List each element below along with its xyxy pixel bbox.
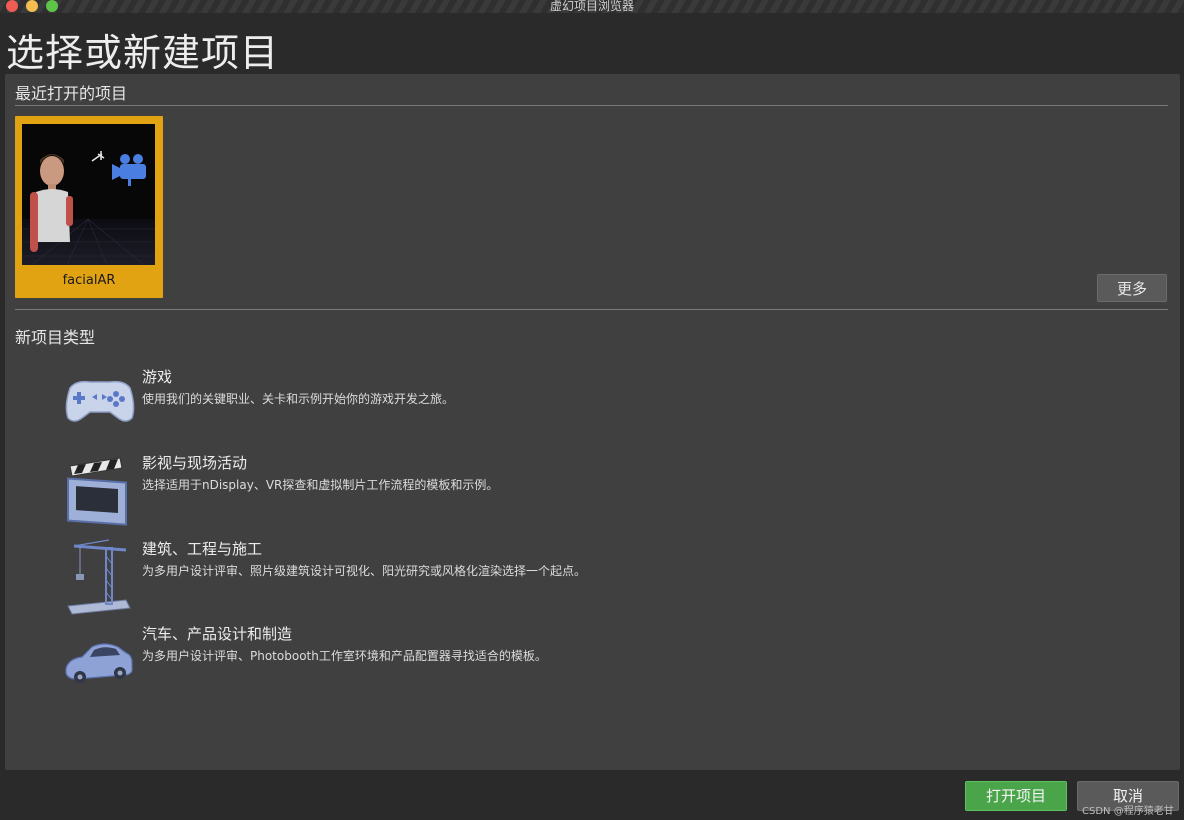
clapperboard-icon bbox=[60, 452, 140, 532]
project-browser-panel: 最近打开的项目 facialAR 更多 新项目类型 游戏 使用我们的关键职业、关… bbox=[5, 74, 1180, 770]
category-games[interactable]: 游戏 使用我们的关键职业、关卡和示例开始你的游戏开发之旅。 bbox=[60, 366, 1160, 446]
category-description: 为多用户设计评审、Photobooth工作室环境和产品配置器寻找适合的模板。 bbox=[142, 649, 547, 663]
category-title: 建筑、工程与施工 bbox=[142, 540, 263, 558]
category-title: 影视与现场活动 bbox=[142, 454, 248, 472]
recent-projects-heading: 最近打开的项目 bbox=[15, 84, 128, 103]
category-title: 游戏 bbox=[142, 368, 173, 386]
category-film-live-events[interactable]: 影视与现场活动 选择适用于nDisplay、VR探查和虚拟制片工作流程的模板和示… bbox=[60, 452, 1160, 532]
character-with-camera-thumbnail bbox=[22, 124, 155, 265]
page-title: 选择或新建项目 bbox=[6, 31, 280, 75]
category-description: 为多用户设计评审、照片级建筑设计可视化、阳光研究或风格化渲染选择一个起点。 bbox=[142, 564, 587, 578]
new-project-types-heading: 新项目类型 bbox=[15, 328, 96, 347]
watermark: CSDN @程序猿老甘 bbox=[1082, 806, 1174, 817]
divider bbox=[15, 309, 1168, 310]
crane-icon bbox=[60, 538, 140, 618]
recent-project-tile[interactable]: facialAR bbox=[15, 116, 163, 298]
more-button[interactable]: 更多 bbox=[1097, 274, 1167, 302]
gamepad-icon bbox=[60, 366, 140, 446]
recent-project-name: facialAR bbox=[62, 273, 116, 288]
window-title-bar: 虚幻项目浏览器 bbox=[0, 0, 1184, 13]
open-project-button[interactable]: 打开项目 bbox=[965, 781, 1067, 811]
divider bbox=[15, 105, 1168, 106]
category-description: 使用我们的关键职业、关卡和示例开始你的游戏开发之旅。 bbox=[142, 392, 455, 406]
category-title: 汽车、产品设计和制造 bbox=[142, 625, 293, 643]
window-title: 虚幻项目浏览器 bbox=[549, 0, 634, 13]
car-icon bbox=[60, 623, 140, 703]
category-description: 选择适用于nDisplay、VR探查和虚拟制片工作流程的模板和示例。 bbox=[142, 478, 499, 492]
category-architecture[interactable]: 建筑、工程与施工 为多用户设计评审、照片级建筑设计可视化、阳光研究或风格化渲染选… bbox=[60, 538, 1160, 618]
category-automotive[interactable]: 汽车、产品设计和制造 为多用户设计评审、Photobooth工作室环境和产品配置… bbox=[60, 623, 1160, 703]
